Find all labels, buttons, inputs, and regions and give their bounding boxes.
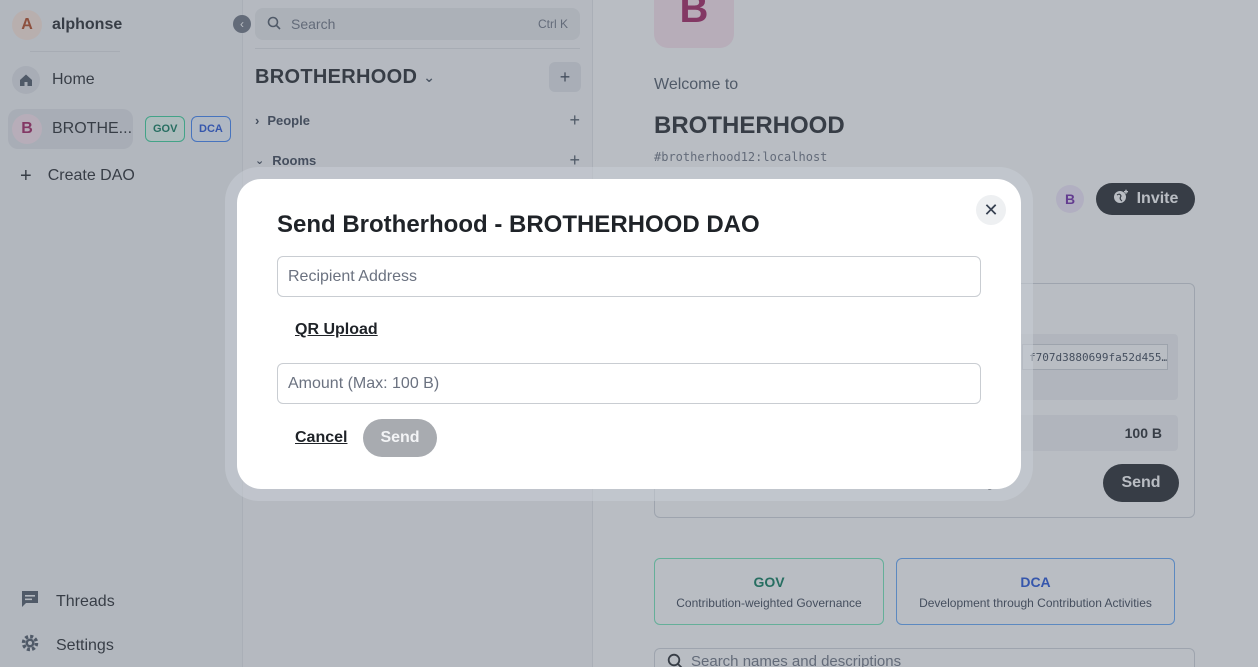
modal-title: Send Brotherhood - BROTHERHOOD DAO: [277, 211, 760, 238]
send-modal: Send Brotherhood - BROTHERHOOD DAO ✕ QR …: [237, 179, 1021, 489]
amount-input[interactable]: [277, 363, 981, 404]
close-button[interactable]: ✕: [976, 195, 1006, 225]
close-icon: ✕: [983, 199, 999, 220]
send-button[interactable]: Send: [363, 419, 437, 457]
cancel-button[interactable]: Cancel: [295, 429, 347, 447]
recipient-address-input[interactable]: [277, 256, 981, 297]
qr-upload-link[interactable]: QR Upload: [295, 321, 378, 339]
